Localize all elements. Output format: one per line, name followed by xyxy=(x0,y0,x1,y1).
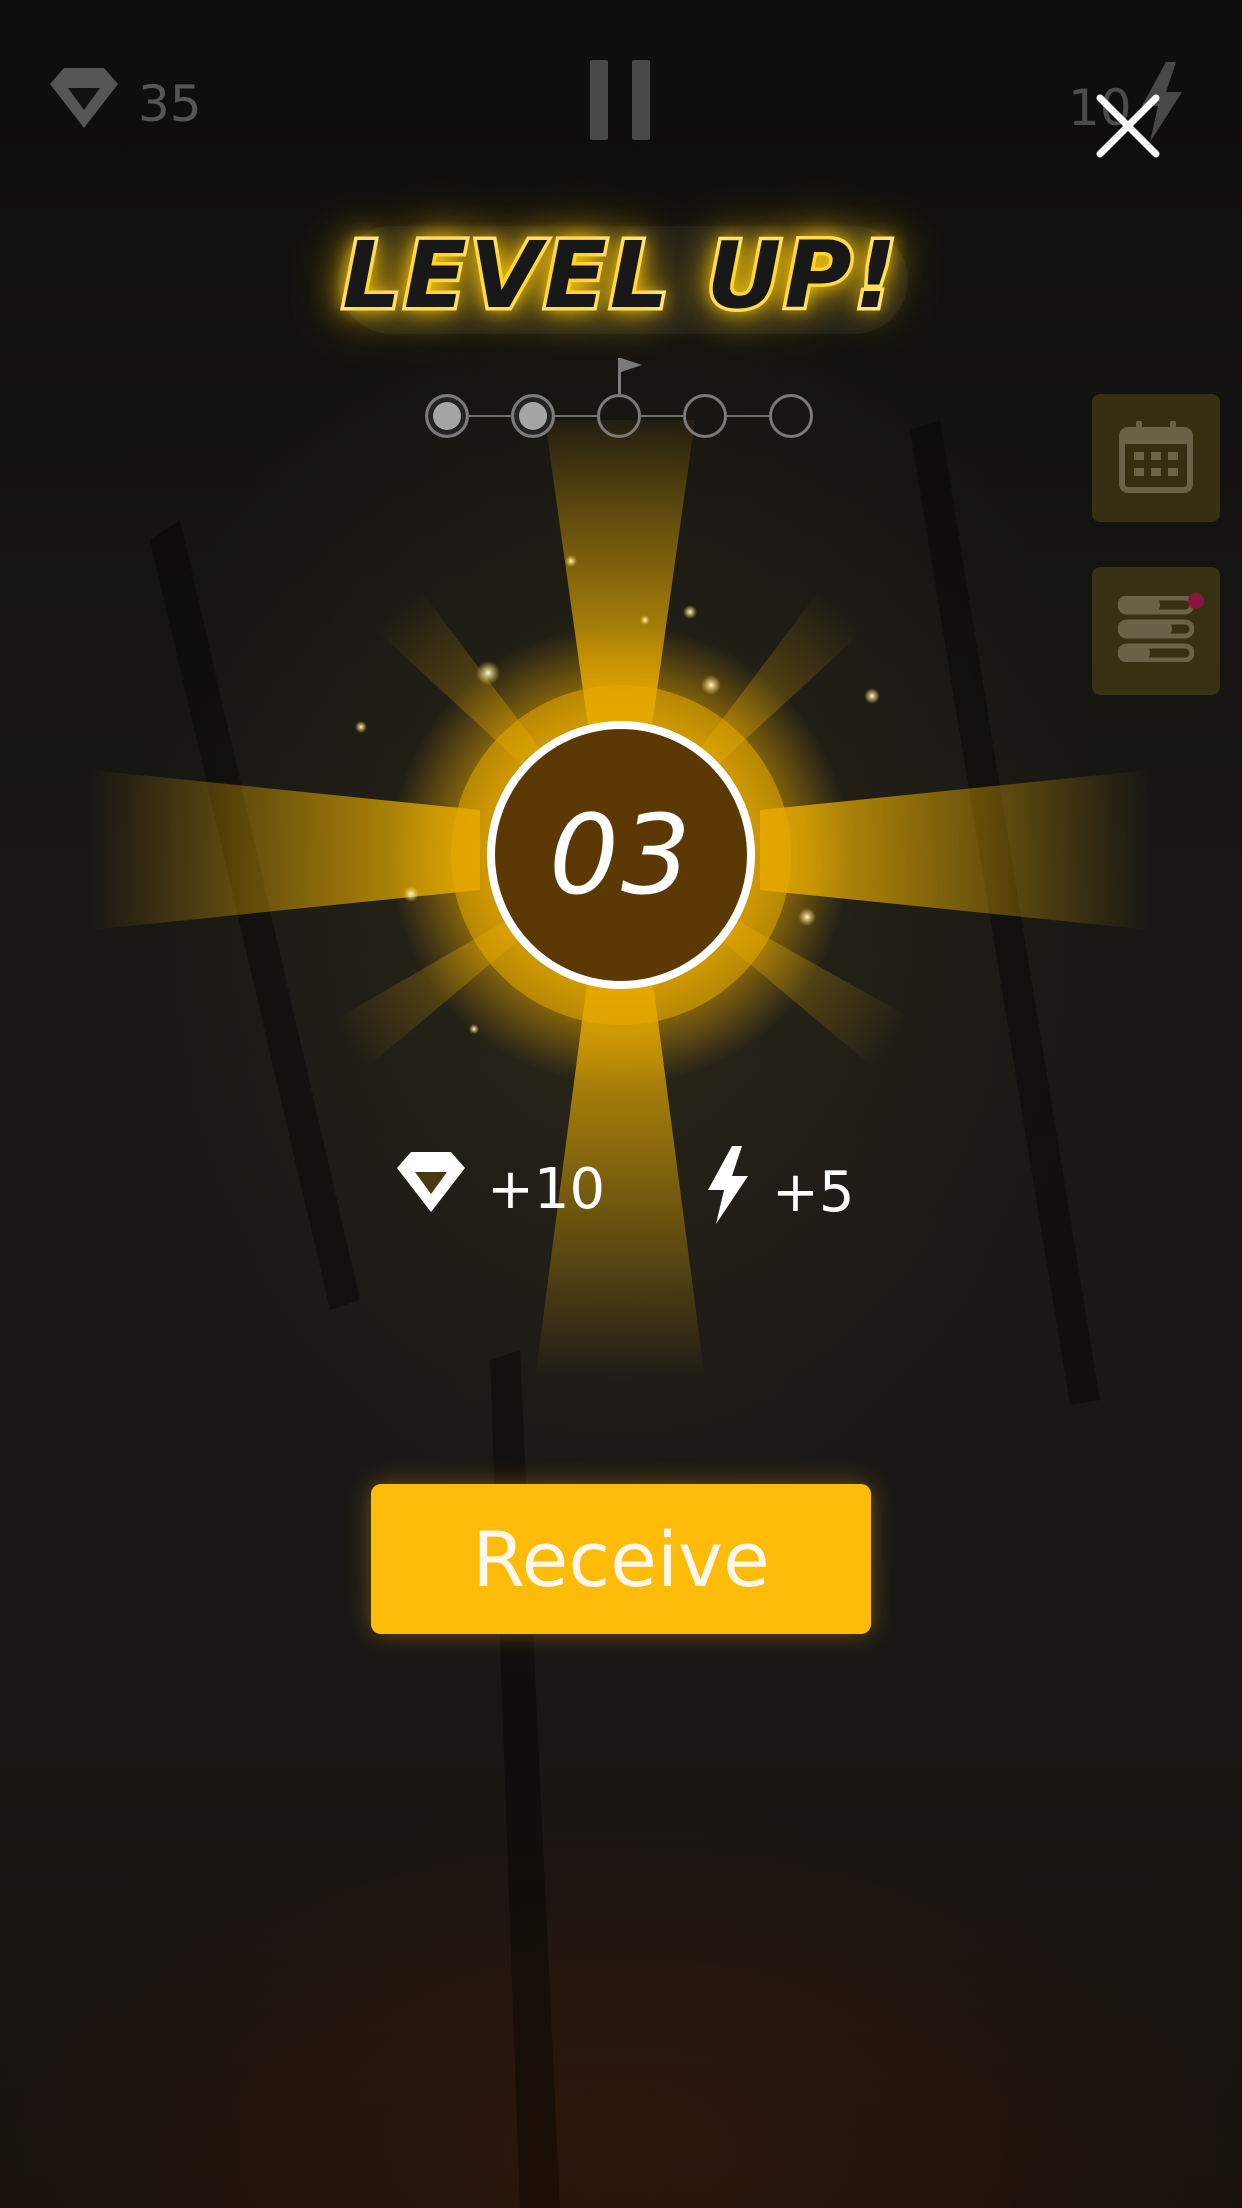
level-number: 03 xyxy=(549,791,693,919)
gem-icon xyxy=(48,62,120,146)
gem-reward-amount: +10 xyxy=(487,1156,606,1222)
lightning-icon xyxy=(704,1146,752,1238)
progress-step-3 xyxy=(597,394,641,438)
pause-button[interactable] xyxy=(590,60,650,140)
receive-button[interactable]: Receive xyxy=(371,1484,871,1634)
progress-step-4 xyxy=(683,394,727,438)
notification-dot xyxy=(1188,593,1204,609)
progress-step-1 xyxy=(425,394,469,438)
gem-count: 35 xyxy=(138,75,202,133)
menu-button[interactable] xyxy=(1092,567,1220,695)
step-connector xyxy=(555,415,597,417)
energy-reward-amount: +5 xyxy=(772,1159,855,1225)
gem-reward: +10 xyxy=(395,1146,605,1232)
gem-icon xyxy=(395,1146,467,1232)
step-connector xyxy=(727,415,769,417)
step-connector xyxy=(469,415,511,417)
level-badge: 03 xyxy=(487,721,755,989)
pause-icon-bar xyxy=(632,60,650,140)
gem-counter: 35 xyxy=(48,62,202,146)
flag-icon xyxy=(616,356,646,400)
pause-icon xyxy=(590,60,608,140)
close-button[interactable] xyxy=(1090,88,1166,164)
calendar-icon xyxy=(1118,418,1194,498)
energy-reward: +5 xyxy=(704,1146,855,1238)
step-connector xyxy=(641,415,683,417)
level-up-title: LEVEL UP! xyxy=(339,219,900,333)
list-menu-icon xyxy=(1117,595,1195,666)
close-icon xyxy=(1090,94,1166,168)
progress-step-2 xyxy=(511,394,555,438)
calendar-button[interactable] xyxy=(1092,394,1220,522)
progress-step-5 xyxy=(769,394,813,438)
